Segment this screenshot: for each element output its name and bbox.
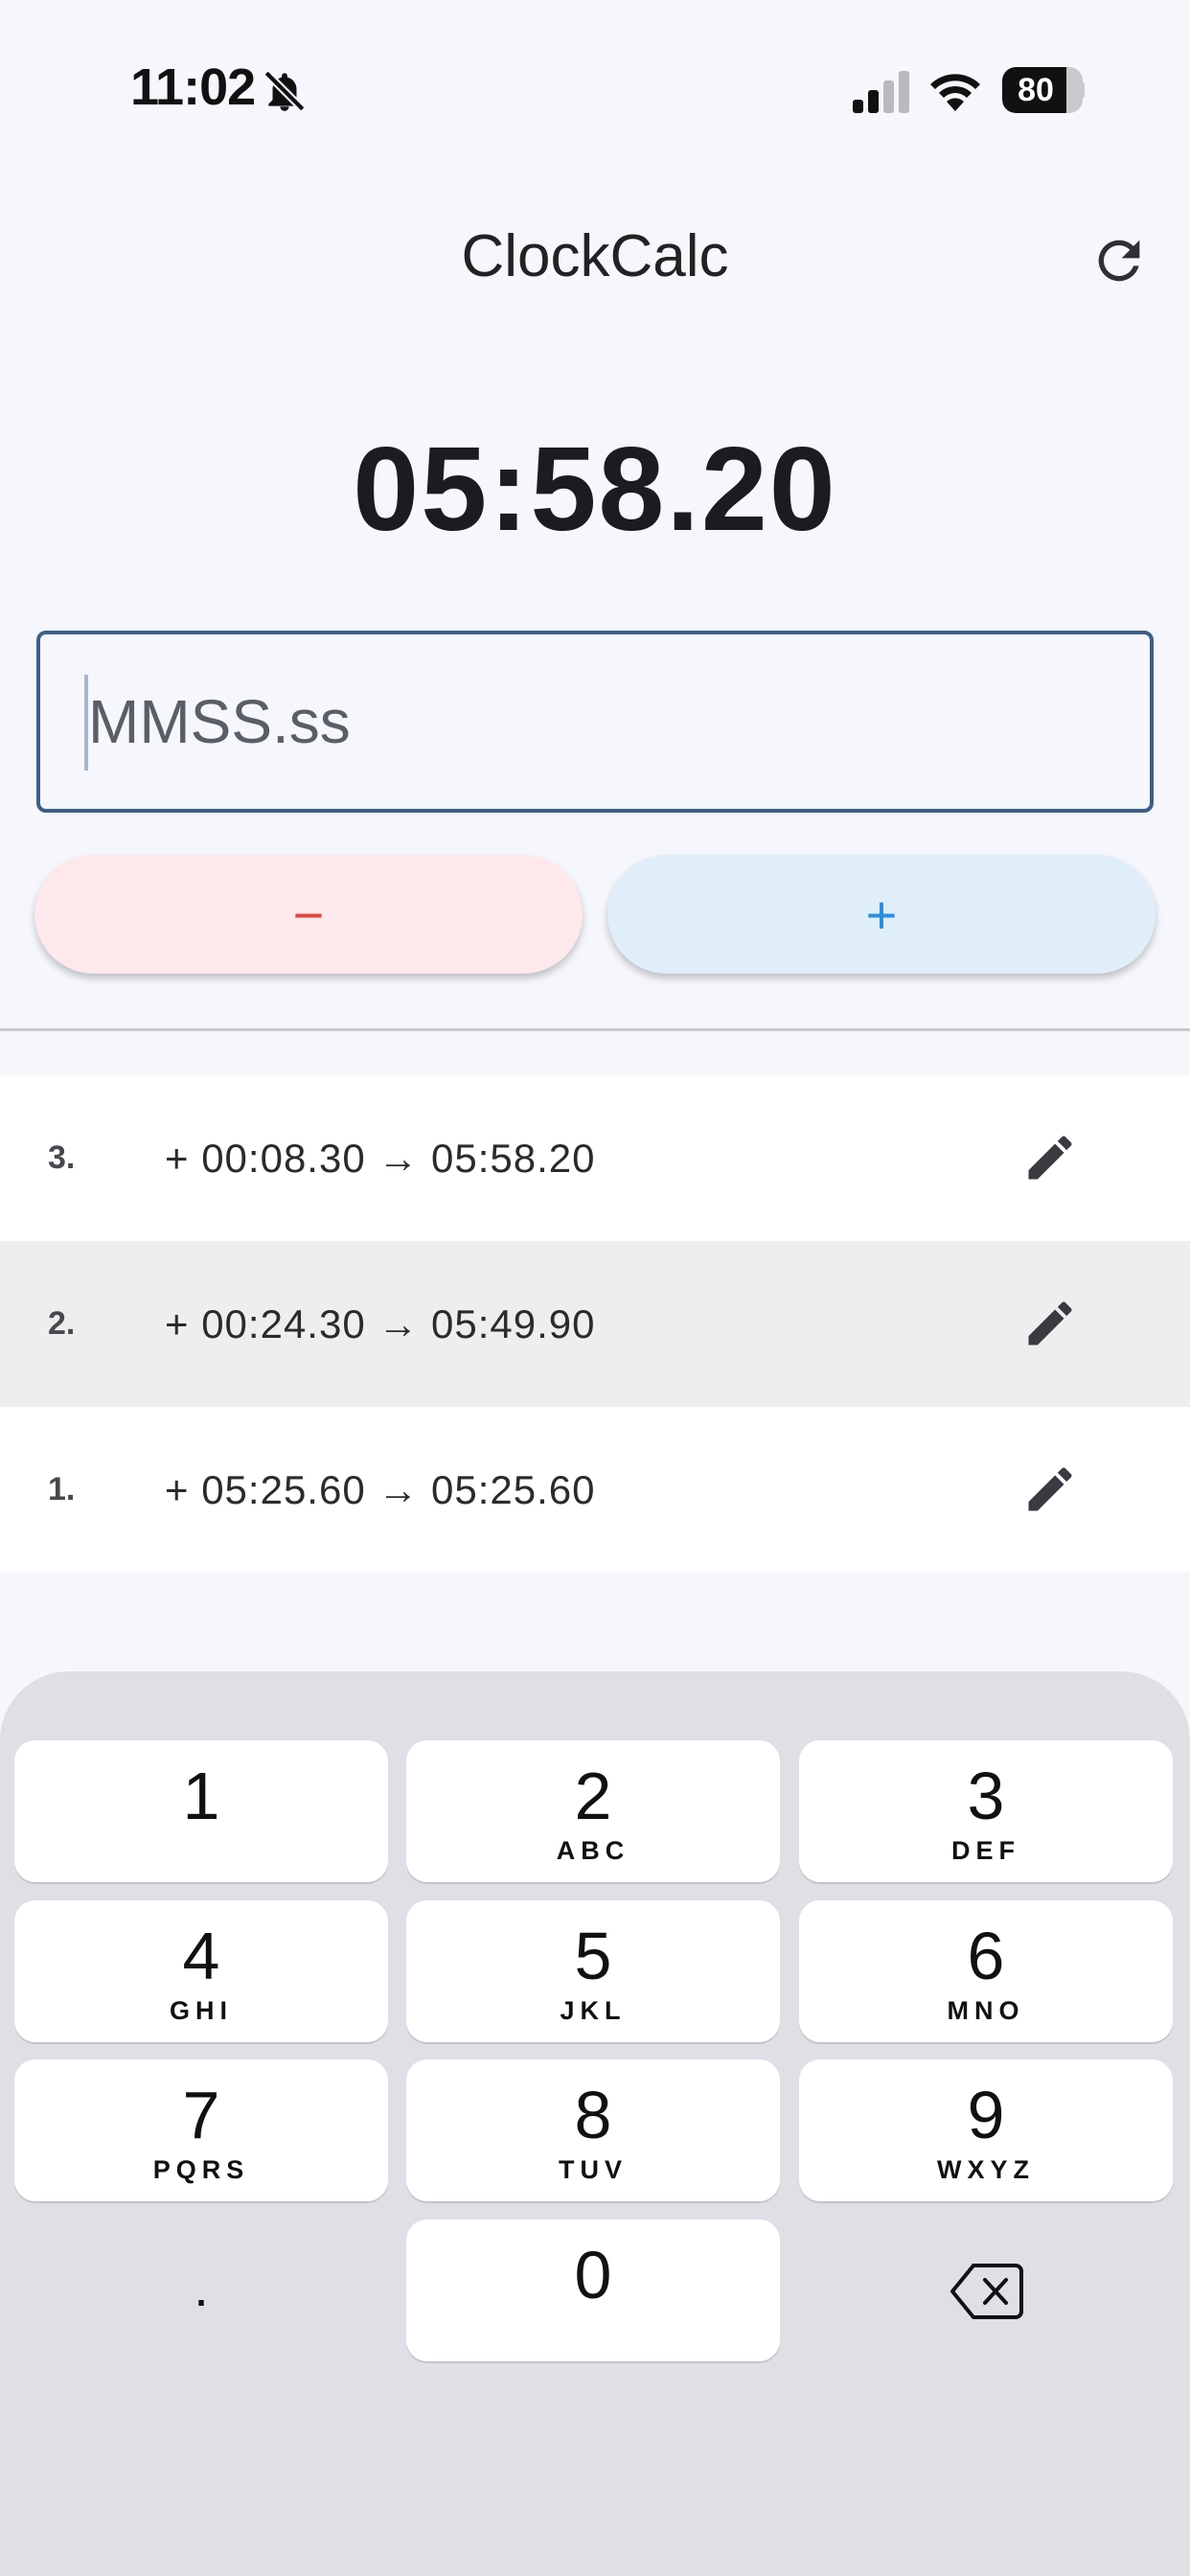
key-decimal-label: .	[194, 2257, 209, 2317]
time-input[interactable]	[88, 634, 1133, 809]
key-letters: TUV	[559, 2155, 628, 2184]
key-0[interactable]: 0	[406, 2220, 780, 2361]
key-letters: PQRS	[152, 2155, 250, 2184]
status-bar: 11:02 80	[0, 0, 1190, 182]
total-time-display: 05:58.20	[353, 424, 837, 556]
numeric-keypad: 1 2 ABC 3 DEF 4 GHI 5 JKL 6 MNO 7 PQRS 8…	[0, 1671, 1190, 2576]
history-row: 2. + 00:24.30 → 05:49.90	[0, 1241, 1190, 1407]
battery-level: 80	[1018, 72, 1054, 108]
key-letters: JKL	[560, 1996, 627, 2025]
key-digit: 7	[182, 2078, 220, 2152]
key-digit: 3	[967, 1759, 1005, 1833]
pencil-icon[interactable]	[1021, 1129, 1079, 1186]
history-list: 3. + 00:08.30 → 05:58.20 2. + 00:24.30 →…	[0, 1075, 1190, 1573]
history-index: 1.	[48, 1471, 76, 1507]
battery-cap	[1079, 81, 1085, 99]
key-digit: 9	[967, 2078, 1005, 2152]
key-9[interactable]: 9 WXYZ	[799, 2059, 1173, 2201]
key-letters: DEF	[951, 1836, 1020, 1865]
subtract-button[interactable]: −	[34, 855, 583, 974]
cellular-signal-icon	[853, 71, 909, 113]
history-index: 2.	[48, 1305, 76, 1342]
battery-indicator: 80	[1002, 67, 1083, 113]
status-time: 11:02	[130, 58, 256, 116]
add-button[interactable]: +	[607, 855, 1156, 974]
refresh-icon[interactable]	[1088, 230, 1150, 291]
key-letters: GHI	[169, 1996, 233, 2025]
key-6[interactable]: 6 MNO	[799, 1900, 1173, 2042]
key-letters: WXYZ	[937, 2155, 1035, 2184]
app-title: ClockCalc	[461, 223, 729, 289]
history-expression: + 05:25.60 → 05:25.60	[165, 1467, 596, 1512]
wifi-icon	[930, 74, 980, 111]
pencil-icon[interactable]	[1021, 1460, 1079, 1518]
history-row: 1. + 05:25.60 → 05:25.60	[0, 1407, 1190, 1573]
bell-slash-icon	[263, 70, 306, 112]
key-3[interactable]: 3 DEF	[799, 1740, 1173, 1882]
key-1[interactable]: 1	[14, 1740, 388, 1882]
history-row: 3. + 00:08.30 → 05:58.20	[0, 1075, 1190, 1241]
key-letters: ABC	[556, 1836, 630, 1865]
key-5[interactable]: 5 JKL	[406, 1900, 780, 2042]
key-digit: 6	[967, 1919, 1005, 1993]
history-expression: + 00:24.30 → 05:49.90	[165, 1301, 596, 1346]
delete-key[interactable]	[799, 2220, 1173, 2361]
time-input-field[interactable]	[36, 631, 1154, 813]
key-digit: 8	[574, 2078, 612, 2152]
key-7[interactable]: 7 PQRS	[14, 2059, 388, 2201]
backspace-icon	[950, 2264, 1023, 2319]
key-digit: 0	[574, 2238, 612, 2312]
key-digit: 2	[574, 1759, 612, 1833]
key-4[interactable]: 4 GHI	[14, 1900, 388, 2042]
pencil-icon[interactable]	[1021, 1295, 1079, 1352]
divider	[0, 1028, 1190, 1031]
history-index: 3.	[48, 1139, 76, 1176]
key-2[interactable]: 2 ABC	[406, 1740, 780, 1882]
key-letters: MNO	[947, 1996, 1025, 2025]
history-expression: + 00:08.30 → 05:58.20	[165, 1136, 596, 1181]
key-decimal[interactable]: .	[14, 2220, 388, 2361]
key-digit: 5	[574, 1919, 612, 1993]
key-digit: 1	[182, 1759, 220, 1833]
key-8[interactable]: 8 TUV	[406, 2059, 780, 2201]
key-digit: 4	[182, 1919, 220, 1993]
